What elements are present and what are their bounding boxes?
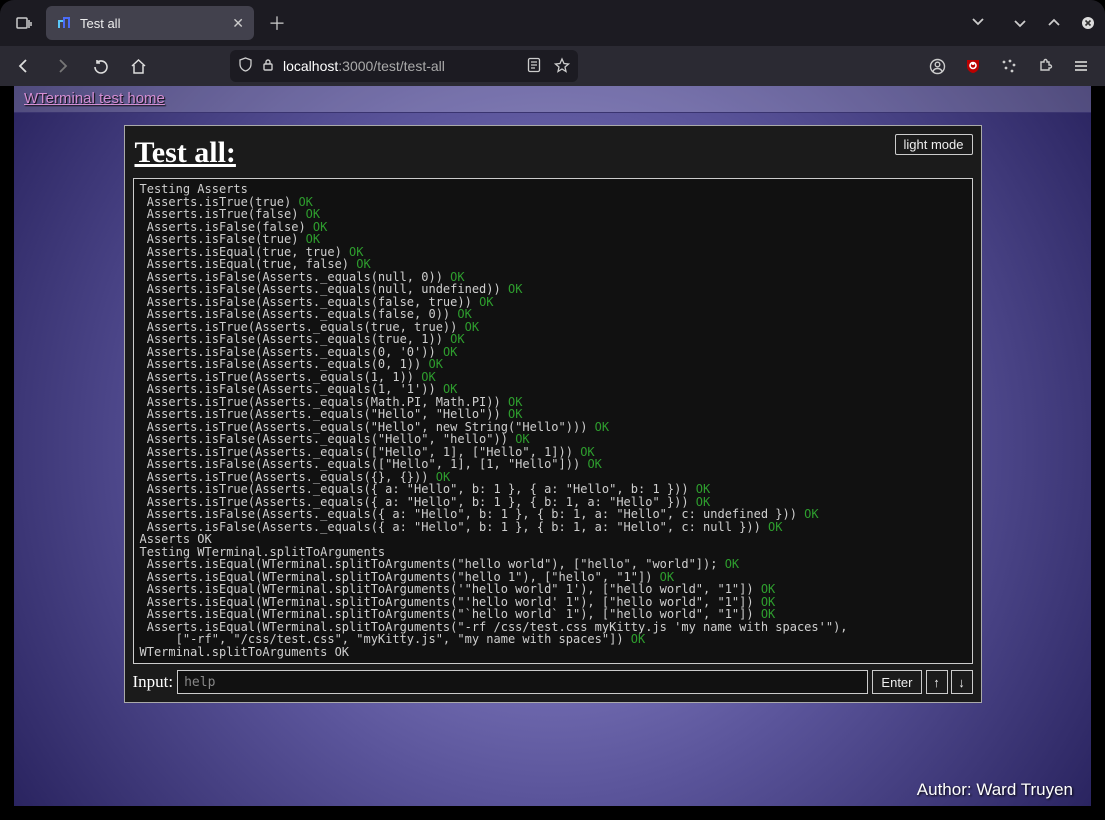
url-text: localhost:3000/test/test-all (283, 58, 445, 74)
history-up-button[interactable]: ↑ (926, 670, 948, 694)
extensions-puzzle-icon[interactable] (1029, 50, 1061, 82)
ublock-icon[interactable] (957, 50, 989, 82)
page-title: Test all: (135, 136, 236, 170)
terminal-input-row: Input: Enter ↑ ↓ (133, 670, 973, 694)
url-bar[interactable]: localhost:3000/test/test-all (230, 50, 578, 82)
url-toolbar: localhost:3000/test/test-all (0, 46, 1105, 86)
back-button[interactable] (8, 50, 40, 82)
tab-title: Test all (80, 16, 224, 31)
terminal-output: Testing Asserts Asserts.isTrue(true) OK … (133, 178, 973, 664)
light-mode-button[interactable]: light mode (895, 134, 973, 155)
browser-window: Test all ✕ ＋ (0, 0, 1105, 820)
new-tab-button[interactable]: ＋ (254, 10, 300, 36)
tab-favicon-icon (56, 15, 72, 31)
titlebar: Test all ✕ ＋ (0, 0, 1105, 46)
browser-tab[interactable]: Test all ✕ (46, 6, 254, 40)
bookmark-icon[interactable] (554, 57, 570, 76)
window-close-icon[interactable] (1081, 16, 1095, 30)
author-label: Author: Ward Truyen (917, 780, 1073, 800)
account-icon[interactable] (921, 50, 953, 82)
home-link[interactable]: WTerminal test home (24, 90, 165, 107)
window-minimize-icon[interactable] (1013, 16, 1027, 30)
reader-mode-icon[interactable] (526, 57, 542, 76)
lock-icon[interactable] (261, 58, 275, 75)
tabs-dropdown-icon[interactable] (971, 14, 985, 33)
terminal-input[interactable] (177, 670, 868, 694)
forward-button[interactable] (46, 50, 78, 82)
top-link-bar: WTerminal test home (14, 86, 1091, 113)
tab-overview-icon[interactable] (10, 9, 38, 37)
window-maximize-icon[interactable] (1047, 16, 1061, 30)
home-button[interactable] (122, 50, 154, 82)
tab-close-icon[interactable]: ✕ (232, 15, 244, 32)
extension-icon[interactable] (993, 50, 1025, 82)
shield-icon[interactable] (238, 57, 253, 75)
history-down-button[interactable]: ↓ (951, 670, 973, 694)
input-label: Input: (133, 672, 174, 692)
page-content: WTerminal test home Test all: light mode… (14, 86, 1091, 806)
reload-button[interactable] (84, 50, 116, 82)
terminal: Test all: light mode Testing Asserts Ass… (124, 125, 982, 703)
enter-button[interactable]: Enter (872, 670, 921, 694)
app-menu-icon[interactable] (1065, 50, 1097, 82)
